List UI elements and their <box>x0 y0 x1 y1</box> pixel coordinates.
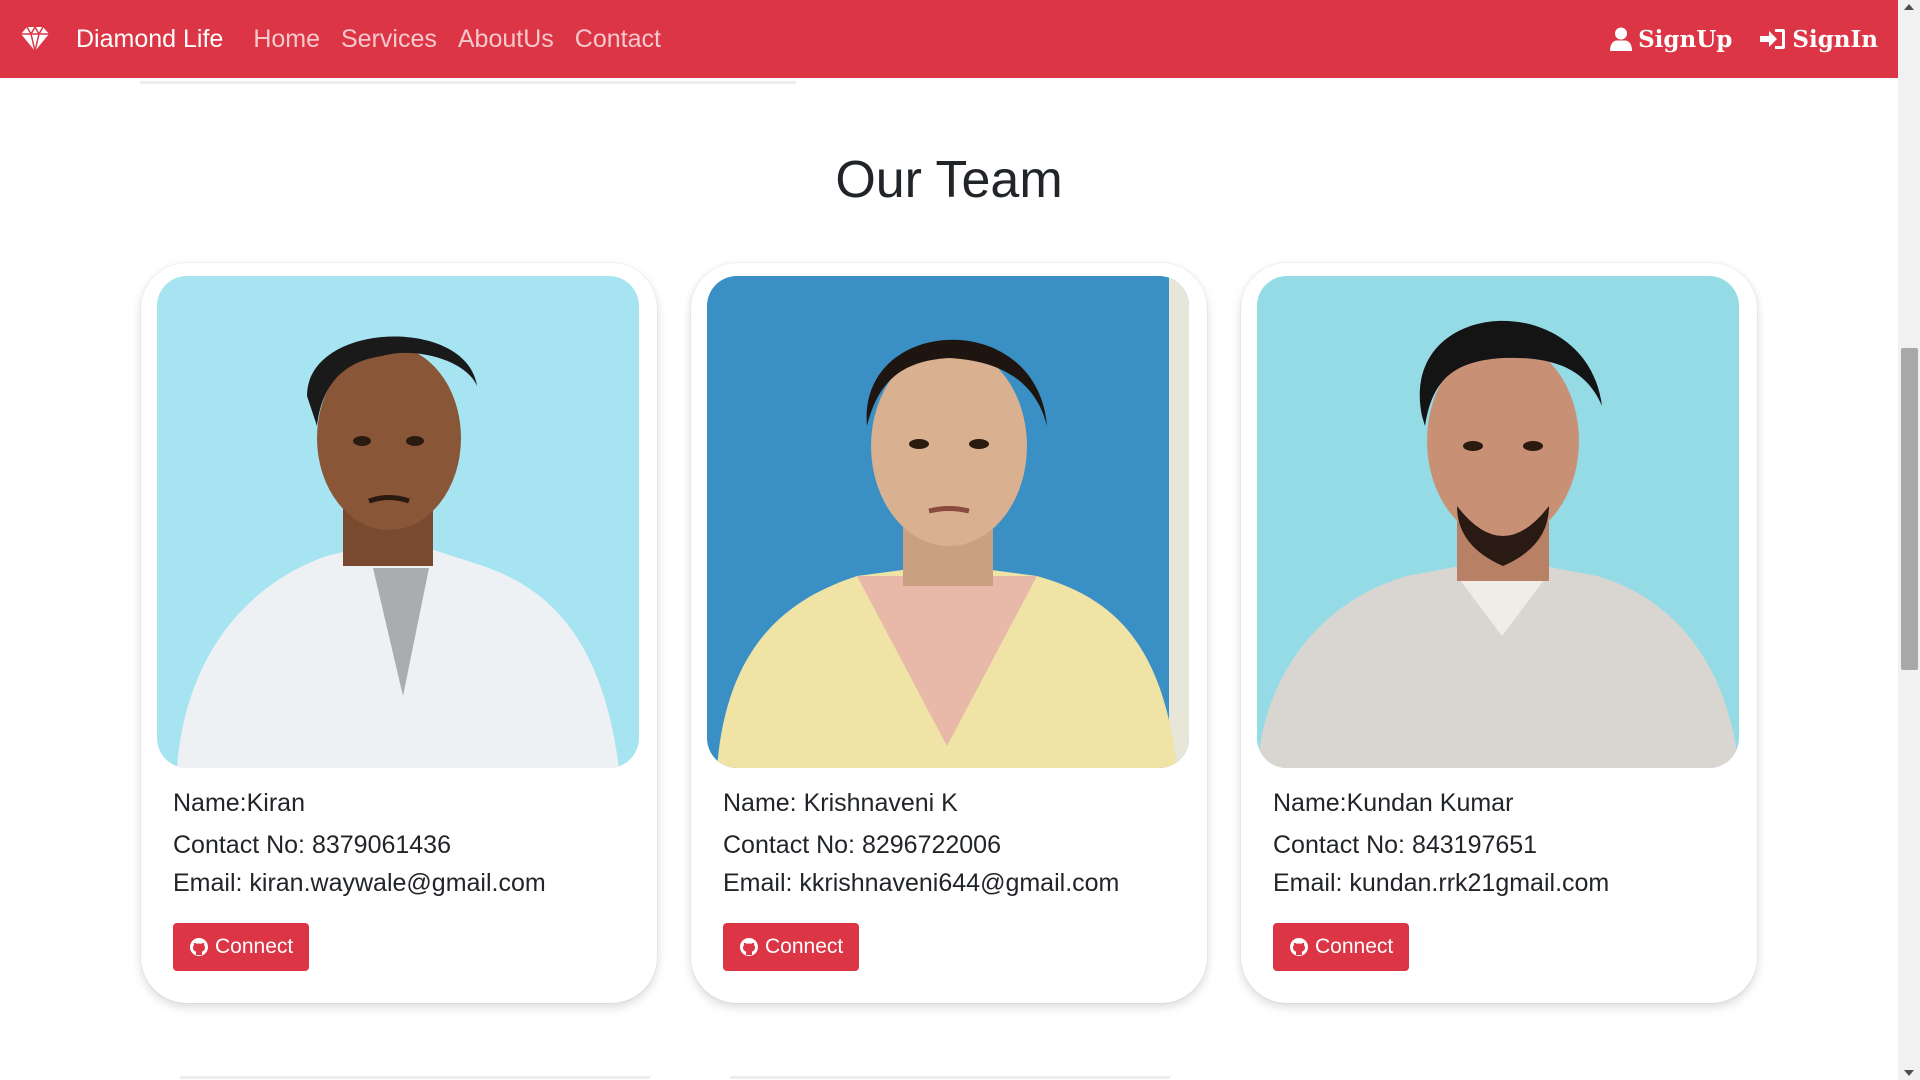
scroll-thumb[interactable] <box>1901 348 1918 670</box>
navbar: Diamond Life Home Services AboutUs Conta… <box>0 0 1898 78</box>
section-divider-bottom-right <box>730 1076 1170 1079</box>
connect-button[interactable]: Connect <box>1273 923 1410 971</box>
team-photo <box>707 276 1189 768</box>
team-info: Name:Kundan Kumar Contact No: 843197651 … <box>1273 791 1609 896</box>
connect-label: Connect <box>1315 935 1394 958</box>
team-photo <box>157 276 639 768</box>
scroll-up-arrow-icon[interactable] <box>1904 4 1914 10</box>
user-icon <box>1610 27 1633 51</box>
brand[interactable]: Diamond Life <box>20 25 223 54</box>
github-icon <box>740 938 758 956</box>
member-name: Name: Krishnaveni K <box>723 789 958 817</box>
vertical-scrollbar[interactable] <box>1898 0 1920 1080</box>
member-contact: Contact No: 843197651 <box>1273 831 1538 859</box>
member-contact: Contact No: 8379061436 <box>173 831 451 859</box>
signin-link[interactable]: SignIn <box>1760 26 1878 53</box>
team-info: Name: Krishnaveni K Contact No: 82967220… <box>723 791 1119 896</box>
nav-link-services[interactable]: Services <box>341 25 437 54</box>
signup-label: SignUp <box>1638 25 1733 53</box>
connect-label: Connect <box>215 935 294 958</box>
team-card-kiran: Name:Kiran Contact No: 8379061436 Email:… <box>141 263 657 1003</box>
team-card-kundan: Name:Kundan Kumar Contact No: 843197651 … <box>1241 263 1757 1003</box>
connect-button[interactable]: Connect <box>723 923 860 971</box>
nav-link-contact[interactable]: Contact <box>575 25 661 54</box>
github-icon <box>1290 938 1308 956</box>
github-icon <box>190 938 208 956</box>
team-info: Name:Kiran Contact No: 8379061436 Email:… <box>173 791 546 896</box>
section-title: Our Team <box>835 151 1063 209</box>
signup-link[interactable]: SignUp <box>1610 26 1732 53</box>
section-divider-bottom-left <box>180 1076 650 1079</box>
team-photo <box>1257 276 1739 768</box>
team-card-krishnaveni: Name: Krishnaveni K Contact No: 82967220… <box>691 263 1207 1003</box>
brand-name: Diamond Life <box>76 24 224 53</box>
member-email: Email: kiran.waywale@gmail.com <box>173 869 546 897</box>
nav-links: Home Services AboutUs Contact <box>253 25 682 54</box>
signin-label: SignIn <box>1792 25 1878 53</box>
nav-link-aboutus[interactable]: AboutUs <box>458 25 554 54</box>
member-name: Name:Kiran <box>173 789 305 817</box>
member-email: Email: kundan.rrk21gmail.com <box>1273 869 1610 897</box>
member-name: Name:Kundan Kumar <box>1273 789 1514 817</box>
nav-link-home[interactable]: Home <box>253 25 320 54</box>
connect-label: Connect <box>765 935 844 958</box>
auth-links: SignUp SignIn <box>1582 0 1878 78</box>
member-email: Email: kkrishnaveni644@gmail.com <box>723 869 1120 897</box>
diamond-icon <box>20 25 50 52</box>
sign-in-icon <box>1760 29 1786 49</box>
member-contact: Contact No: 8296722006 <box>723 831 1001 859</box>
connect-button[interactable]: Connect <box>173 923 310 971</box>
section-divider-top <box>140 81 796 84</box>
scroll-down-arrow-icon[interactable] <box>1904 1070 1914 1076</box>
